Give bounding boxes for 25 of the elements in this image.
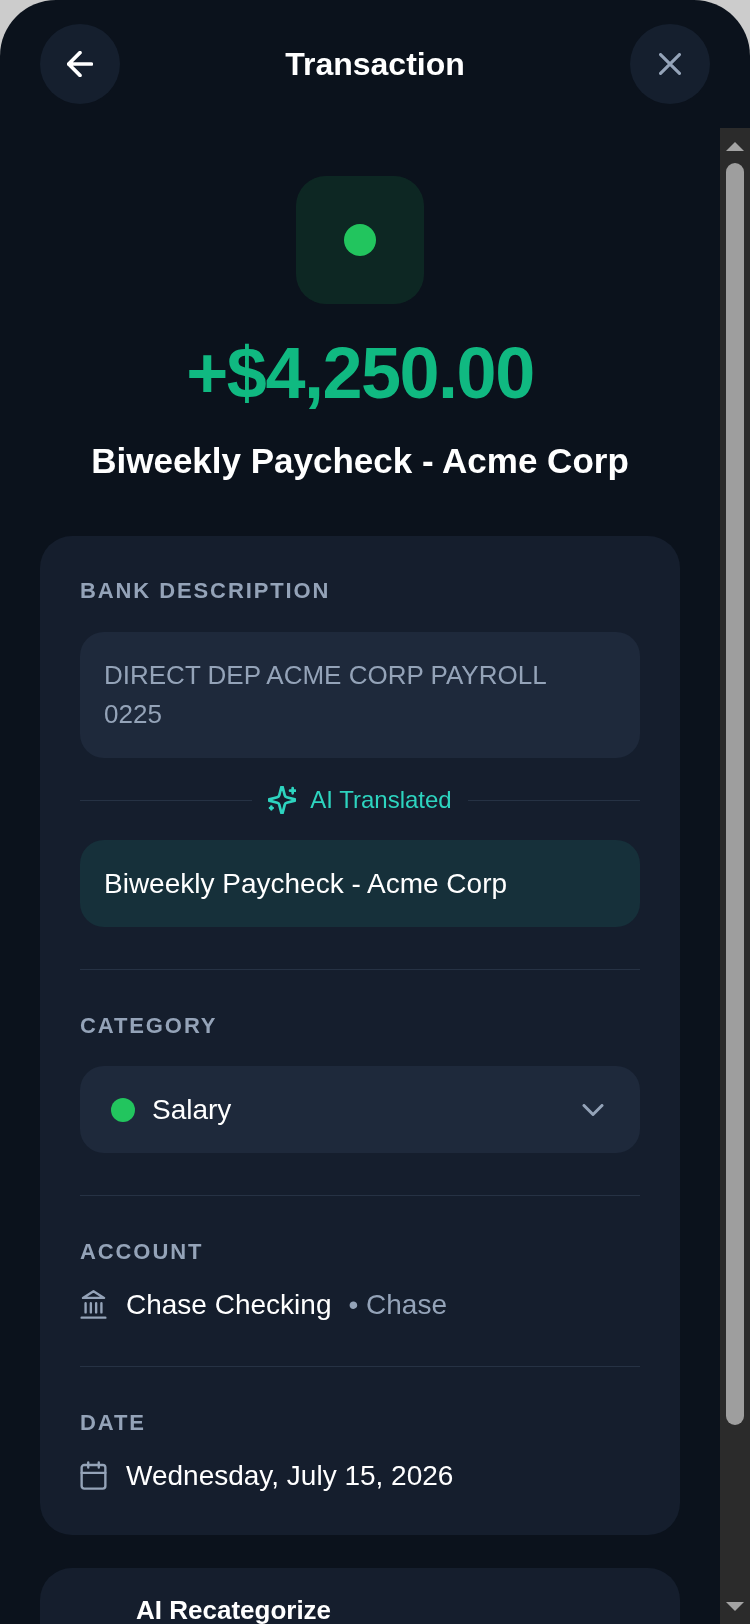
ai-translated-label: AI Translated <box>310 785 452 815</box>
translated-description-field: Biweekly Paycheck - Acme Corp <box>80 840 640 927</box>
scroll-up-arrow-icon[interactable] <box>726 142 744 151</box>
recategorize-title: AI Recategorize <box>136 1596 333 1624</box>
sparkle-icon <box>268 786 297 814</box>
transaction-title: Biweekly Paycheck - Acme Corp <box>91 440 629 482</box>
scrollbar-thumb[interactable] <box>726 163 744 1425</box>
bank-description-field: DIRECT DEP ACME CORP PAYROLL 0225 <box>80 632 640 758</box>
screen-title: Transaction <box>285 45 465 84</box>
section-label: DATE <box>80 1410 147 1436</box>
account-name: Chase Checking <box>126 1288 332 1322</box>
scroll-down-arrow-icon[interactable] <box>726 1602 744 1611</box>
amount-text: +$4,250.00 <box>186 332 534 415</box>
close-icon <box>659 53 681 75</box>
scrollbar[interactable] <box>720 128 750 1624</box>
section-label: CATEGORY <box>80 1013 219 1039</box>
calendar-icon <box>80 1461 107 1490</box>
date-text: Wednesday, July 15, 2026 <box>126 1459 454 1493</box>
category-select[interactable]: Salary <box>80 1066 640 1153</box>
account-institution: • Chase <box>348 1288 447 1322</box>
chevron-down-icon <box>582 1103 604 1116</box>
section-label: ACCOUNT <box>80 1239 205 1265</box>
back-arrow-icon <box>67 51 93 77</box>
bank-building-icon <box>80 1290 107 1319</box>
section-label: BANK DESCRIPTION <box>80 578 332 604</box>
